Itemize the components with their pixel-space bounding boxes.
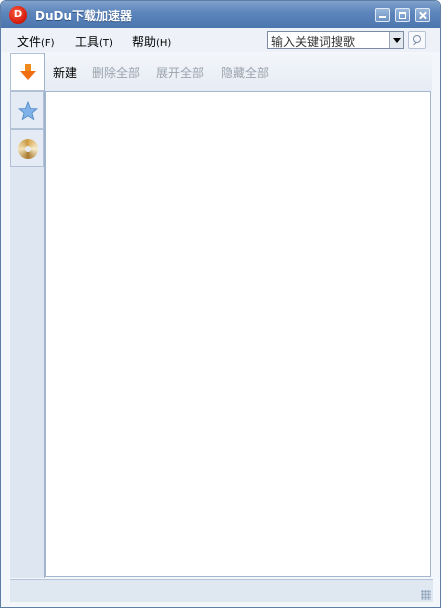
menu-file[interactable]: 文件(F) (17, 33, 55, 50)
task-list-area[interactable] (45, 91, 431, 577)
resize-grip-icon[interactable] (421, 590, 431, 600)
search-icon-handle (413, 41, 417, 46)
download-arrow-icon (20, 64, 36, 80)
expand-all-button[interactable]: 展开全部 (156, 64, 204, 81)
search-placeholder: 输入关键词搜歌 (271, 35, 356, 49)
menu-help-label: 帮助 (132, 35, 157, 49)
tab-favorites[interactable] (10, 91, 44, 129)
menu-file-label: 文件 (17, 35, 42, 49)
close-button[interactable] (415, 8, 430, 22)
menu-help-key: (H) (156, 38, 172, 49)
star-icon (18, 101, 38, 121)
hide-all-button[interactable]: 隐藏全部 (221, 64, 269, 81)
menu-tools-label: 工具 (75, 35, 100, 49)
menu-help[interactable]: 帮助(H) (132, 33, 171, 50)
search-dropdown-button[interactable] (389, 32, 403, 48)
tab-music[interactable] (10, 129, 44, 167)
sidebar (10, 53, 45, 578)
menu-tools[interactable]: 工具(T) (75, 33, 113, 50)
window-title: DuDu下载加速器 (35, 9, 133, 23)
menu-tools-key: (T) (99, 38, 113, 49)
new-button[interactable]: 新建 (53, 64, 77, 81)
menu-file-key: (F) (41, 38, 55, 49)
search-button[interactable] (408, 31, 426, 49)
toolbar: 新建 删除全部 展开全部 隐藏全部 (45, 53, 432, 91)
app-window: D DuDu下载加速器 文件(F) 工具(T) 帮助(H) 输入关键词搜歌 新建… (0, 0, 441, 608)
status-bar (10, 579, 433, 602)
title-bar[interactable]: D DuDu下载加速器 (1, 1, 440, 28)
delete-all-button[interactable]: 删除全部 (92, 64, 140, 81)
app-logo-icon[interactable]: D (9, 6, 27, 24)
disc-icon (18, 139, 38, 159)
minimize-button[interactable] (375, 8, 390, 22)
tab-downloads[interactable] (10, 53, 44, 91)
maximize-button[interactable] (395, 8, 410, 22)
search-input[interactable]: 输入关键词搜歌 (267, 31, 404, 49)
